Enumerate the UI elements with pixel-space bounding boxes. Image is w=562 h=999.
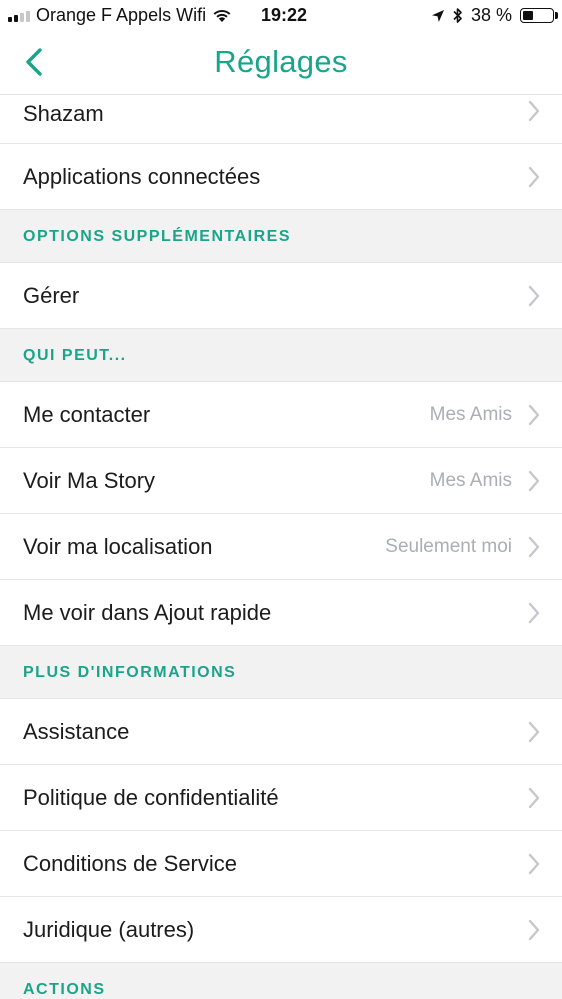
chevron-right-icon — [528, 853, 540, 875]
battery-icon — [520, 8, 558, 23]
settings-list[interactable]: Shazam Applications connectées OPTIONS S… — [0, 95, 562, 999]
chevron-right-icon — [528, 602, 540, 624]
chevron-right-icon — [528, 285, 540, 307]
location-arrow-icon — [431, 9, 444, 22]
settings-screen: Orange F Appels Wifi 19:22 38 % Réglages… — [0, 0, 562, 999]
chevron-right-icon — [528, 919, 540, 941]
chevron-right-icon — [528, 100, 540, 122]
row-label: Juridique (autres) — [23, 916, 195, 942]
section-title: ACTIONS — [23, 981, 106, 998]
section-header-qui-peut: QUI PEUT... — [0, 329, 562, 382]
row-label: Gérer — [23, 282, 80, 308]
chevron-right-icon — [528, 787, 540, 809]
section-header-actions: ACTIONS — [0, 963, 562, 999]
bluetooth-icon — [453, 8, 462, 23]
settings-row-applications[interactable]: Applications connectées — [0, 144, 562, 210]
settings-row-assistance[interactable]: Assistance — [0, 699, 562, 765]
row-label: Conditions de Service — [23, 850, 238, 876]
section-title: PLUS D'INFORMATIONS — [23, 664, 237, 681]
chevron-right-icon — [528, 470, 540, 492]
row-label: Voir Ma Story — [23, 467, 156, 493]
row-label: Voir ma localisation — [23, 533, 213, 559]
status-bar: Orange F Appels Wifi 19:22 38 % — [0, 0, 562, 32]
page-title: Réglages — [214, 44, 348, 79]
settings-row-juridique[interactable]: Juridique (autres) — [0, 897, 562, 963]
section-title: QUI PEUT... — [23, 347, 127, 364]
row-label: Assistance — [23, 718, 130, 744]
chevron-right-icon — [528, 404, 540, 426]
chevron-right-icon — [528, 536, 540, 558]
status-right: 38 % — [431, 5, 558, 26]
row-label: Shazam — [23, 101, 104, 126]
section-header-plus-info: PLUS D'INFORMATIONS — [0, 646, 562, 699]
settings-row-voir-localisation[interactable]: Voir ma localisation Seulement moi — [0, 514, 562, 580]
settings-row-ajout-rapide[interactable]: Me voir dans Ajout rapide — [0, 580, 562, 646]
chevron-right-icon — [528, 721, 540, 743]
settings-row-confidentialite[interactable]: Politique de confidentialité — [0, 765, 562, 831]
row-label: Applications connectées — [23, 163, 261, 189]
nav-bar: Réglages — [0, 32, 562, 95]
row-label: Me contacter — [23, 401, 151, 427]
settings-row-voir-ma-story[interactable]: Voir Ma Story Mes Amis — [0, 448, 562, 514]
row-value: Mes Amis — [429, 469, 512, 491]
settings-row-me-contacter[interactable]: Me contacter Mes Amis — [0, 382, 562, 448]
row-label: Me voir dans Ajout rapide — [23, 599, 272, 625]
battery-percent: 38 % — [470, 5, 512, 25]
section-title: OPTIONS SUPPLÉMENTAIRES — [23, 228, 292, 245]
row-label: Politique de confidentialité — [23, 784, 279, 810]
chevron-right-icon — [528, 166, 540, 188]
settings-row-conditions[interactable]: Conditions de Service — [0, 831, 562, 897]
section-header-options: OPTIONS SUPPLÉMENTAIRES — [0, 210, 562, 263]
settings-row-shazam[interactable]: Shazam — [0, 95, 562, 144]
settings-row-gerer[interactable]: Gérer — [0, 263, 562, 329]
row-value: Mes Amis — [429, 403, 512, 425]
row-value: Seulement moi — [385, 535, 512, 557]
